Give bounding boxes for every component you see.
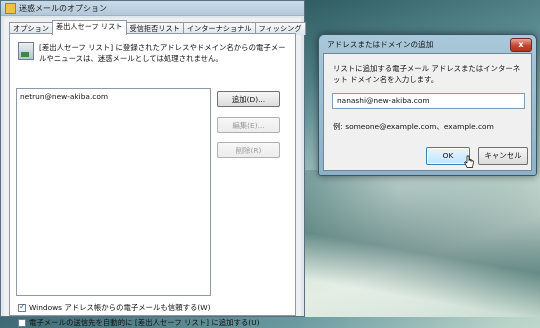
safe-senders-description: [差出人セーフ リスト] に登録されたアドレスやドメイン名からの電子メールやニュ…	[39, 43, 286, 63]
main-window-body: オプション 差出人セーフ リスト 受信拒否リスト インターナショナル フィッシン…	[4, 18, 306, 327]
dialog-example: 例: someone@example.com、example.com	[333, 122, 494, 131]
edit-button[interactable]: 編集(E)...	[217, 117, 280, 133]
desktop-swoosh	[305, 170, 540, 317]
auto-add-row[interactable]: 電子メールの送信先を自動的に [差出人セーフ リスト] に追加する(U)	[18, 317, 260, 328]
remove-button[interactable]: 削除(R)	[217, 142, 280, 158]
address-input[interactable]: nanashi@new-akiba.com	[332, 93, 525, 109]
trust-contacts-checkbox[interactable]	[18, 302, 26, 312]
dialog-prompt: リストに追加する電子メール アドレスまたはインターネット ドメイン名を入力します…	[333, 64, 521, 84]
dialog-title: アドレスまたはドメインの追加	[327, 39, 434, 49]
add-button[interactable]: 追加(D)...	[217, 91, 280, 107]
main-titlebar[interactable]: 迷惑メールのオプション	[1, 1, 304, 16]
list-item[interactable]: netrun@new-akiba.com	[17, 89, 210, 104]
auto-add-label: 電子メールの送信先を自動的に [差出人セーフ リスト] に追加する(U)	[29, 318, 260, 327]
dialog-titlebar[interactable]: アドレスまたはドメインの追加	[319, 35, 536, 53]
safe-senders-panel: [差出人セーフ リスト] に登録されたアドレスやドメイン名からの電子メールやニュ…	[9, 33, 296, 327]
safe-senders-list[interactable]: netrun@new-akiba.com	[16, 88, 211, 296]
auto-add-checkbox[interactable]	[18, 318, 26, 327]
main-window-title: 迷惑メールのオプション	[19, 3, 107, 13]
trust-contacts-row[interactable]: Windows アドレス帳からの電子メールも信頼する(W)	[18, 302, 210, 313]
close-icon[interactable]: x	[510, 38, 532, 52]
junk-mail-options-window: 迷惑メールのオプション オプション 差出人セーフ リスト 受信拒否リスト インタ…	[0, 0, 306, 327]
trust-contacts-label: Windows アドレス帳からの電子メールも信頼する(W)	[29, 303, 211, 312]
safe-sender-icon	[18, 42, 34, 60]
add-address-dialog: アドレスまたはドメインの追加 x リストに追加する電子メール アドレスまたはイン…	[318, 34, 537, 176]
hand-cursor-icon	[464, 155, 474, 168]
dialog-client: リストに追加する電子メール アドレスまたはインターネット ドメイン名を入力します…	[323, 53, 532, 171]
mail-options-icon	[5, 2, 16, 14]
tab-strip: オプション 差出人セーフ リスト 受信拒否リスト インターナショナル フィッシン…	[9, 20, 306, 35]
tab-safe-senders[interactable]: 差出人セーフ リスト	[51, 20, 127, 35]
cancel-button[interactable]: キャンセル	[478, 147, 528, 165]
